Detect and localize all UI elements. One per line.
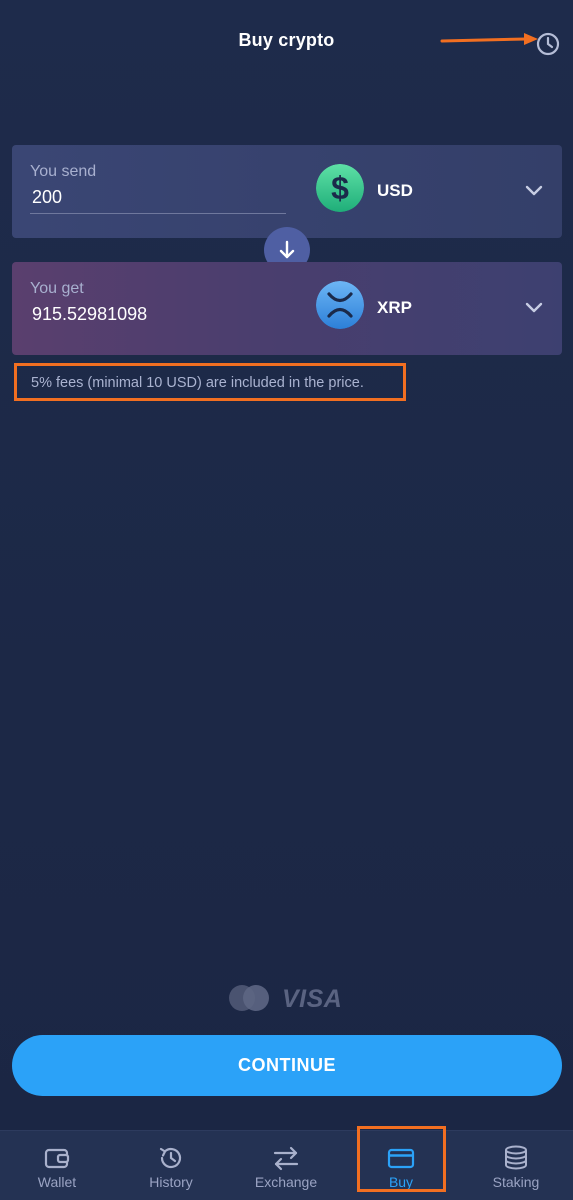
get-amount-value: 915.52981098 [32, 304, 148, 324]
header: Buy crypto [0, 0, 573, 80]
send-amount-input[interactable] [32, 187, 272, 208]
visa-icon: VISA [282, 985, 343, 1013]
history-icon[interactable] [534, 30, 562, 58]
get-currency-code: XRP [377, 298, 412, 317]
send-input-underline [30, 213, 286, 214]
buy-crypto-screen: Buy crypto You send $ USD [0, 0, 573, 1200]
wallet-icon [44, 1148, 70, 1169]
nav-label-exchange: Exchange [254, 1174, 318, 1190]
exchange-icon [273, 1146, 299, 1171]
fees-note-highlight: 5% fees (minimal 10 USD) are included in… [14, 363, 406, 401]
dollar-coin-icon: $ [316, 164, 364, 212]
nav-item-history[interactable]: History [114, 1131, 228, 1200]
buy-tab-highlight [357, 1126, 446, 1192]
payment-logos: VISA [228, 984, 348, 1014]
annotation-arrow-icon [440, 33, 538, 45]
send-card: You send $ USD [12, 145, 562, 238]
nav-item-wallet[interactable]: Wallet [0, 1131, 114, 1200]
bottom-nav: Wallet History Exchange Buy Staking [0, 1130, 573, 1200]
chevron-down-icon[interactable] [522, 181, 546, 199]
staking-icon [505, 1145, 527, 1170]
nav-label-wallet: Wallet [37, 1174, 77, 1190]
get-card: You get 915.52981098 XRP [12, 262, 562, 355]
nav-item-exchange[interactable]: Exchange [229, 1131, 343, 1200]
chevron-down-icon[interactable] [522, 298, 546, 316]
history-icon [159, 1147, 182, 1169]
nav-label-staking: Staking [492, 1174, 540, 1190]
send-currency-code: USD [377, 181, 413, 200]
continue-button[interactable]: CONTINUE [12, 1035, 562, 1096]
mastercard-icon [229, 985, 269, 1011]
svg-text:$: $ [331, 170, 349, 206]
get-label: You get [30, 280, 84, 297]
arrow-down-icon [279, 240, 295, 259]
nav-item-staking[interactable]: Staking [459, 1131, 573, 1200]
fees-note: 5% fees (minimal 10 USD) are included in… [31, 375, 364, 391]
send-label: You send [30, 163, 97, 180]
xrp-coin-icon [316, 281, 364, 329]
nav-label-history: History [149, 1174, 193, 1190]
